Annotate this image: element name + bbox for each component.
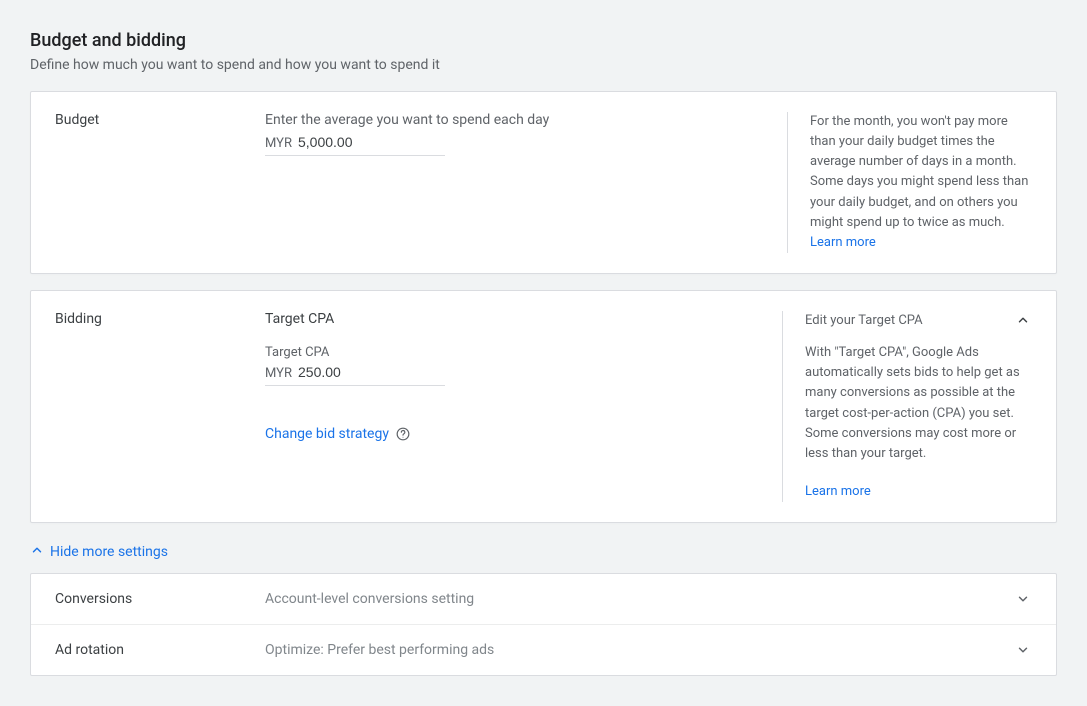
budget-currency: MYR [265,136,292,151]
bidding-amount-input[interactable] [298,364,445,380]
budget-side-panel: For the month, you won't pay more than y… [787,112,1032,253]
change-bid-strategy-link[interactable]: Change bid strategy [265,426,389,442]
help-icon[interactable] [395,426,411,442]
bidding-input-row[interactable]: MYR [265,364,445,386]
conversions-value: Account-level conversions setting [265,591,1014,607]
bidding-currency: MYR [265,366,292,381]
ad-rotation-label: Ad rotation [55,642,265,658]
conversions-label: Conversions [55,591,265,607]
chevron-up-icon[interactable] [1014,311,1032,329]
bidding-side-panel: Edit your Target CPA With "Target CPA", … [782,311,1032,502]
chevron-down-icon [1014,641,1032,659]
page-subtitle: Define how much you want to spend and ho… [30,57,1057,73]
change-bid-strategy-row[interactable]: Change bid strategy [265,426,782,442]
budget-input-row[interactable]: MYR [265,134,445,156]
bidding-card: Bidding Target CPA Target CPA MYR Change… [30,290,1057,523]
hide-more-settings-toggle[interactable]: Hide more settings [30,543,1057,561]
budget-learn-more-link[interactable]: Learn more [810,235,876,250]
bidding-learn-more-link[interactable]: Learn more [805,484,871,499]
bidding-side-header: Edit your Target CPA [805,311,923,331]
bidding-main: Target CPA Target CPA MYR Change bid str… [265,311,782,502]
bidding-label: Bidding [55,311,265,502]
bidding-field-label: Target CPA [265,345,782,360]
more-settings-list: Conversions Account-level conversions se… [30,573,1057,676]
ad-rotation-row[interactable]: Ad rotation Optimize: Prefer best perfor… [31,625,1056,675]
conversions-row[interactable]: Conversions Account-level conversions se… [31,574,1056,625]
bidding-side-text: With "Target CPA", Google Ads automatica… [805,343,1032,464]
budget-side-text: For the month, you won't pay more than y… [810,114,1028,230]
ad-rotation-value: Optimize: Prefer best performing ads [265,642,1014,658]
budget-label: Budget [55,112,265,253]
budget-amount-input[interactable] [298,134,445,150]
budget-card: Budget Enter the average you want to spe… [30,91,1057,274]
page-header: Budget and bidding Define how much you w… [30,30,1057,73]
budget-hint: Enter the average you want to spend each… [265,112,787,128]
page-title: Budget and bidding [30,30,1057,51]
bidding-strategy-name: Target CPA [265,311,782,327]
chevron-up-icon [30,543,44,561]
chevron-down-icon [1014,590,1032,608]
budget-main: Enter the average you want to spend each… [265,112,787,253]
hide-more-settings-label: Hide more settings [50,544,168,560]
